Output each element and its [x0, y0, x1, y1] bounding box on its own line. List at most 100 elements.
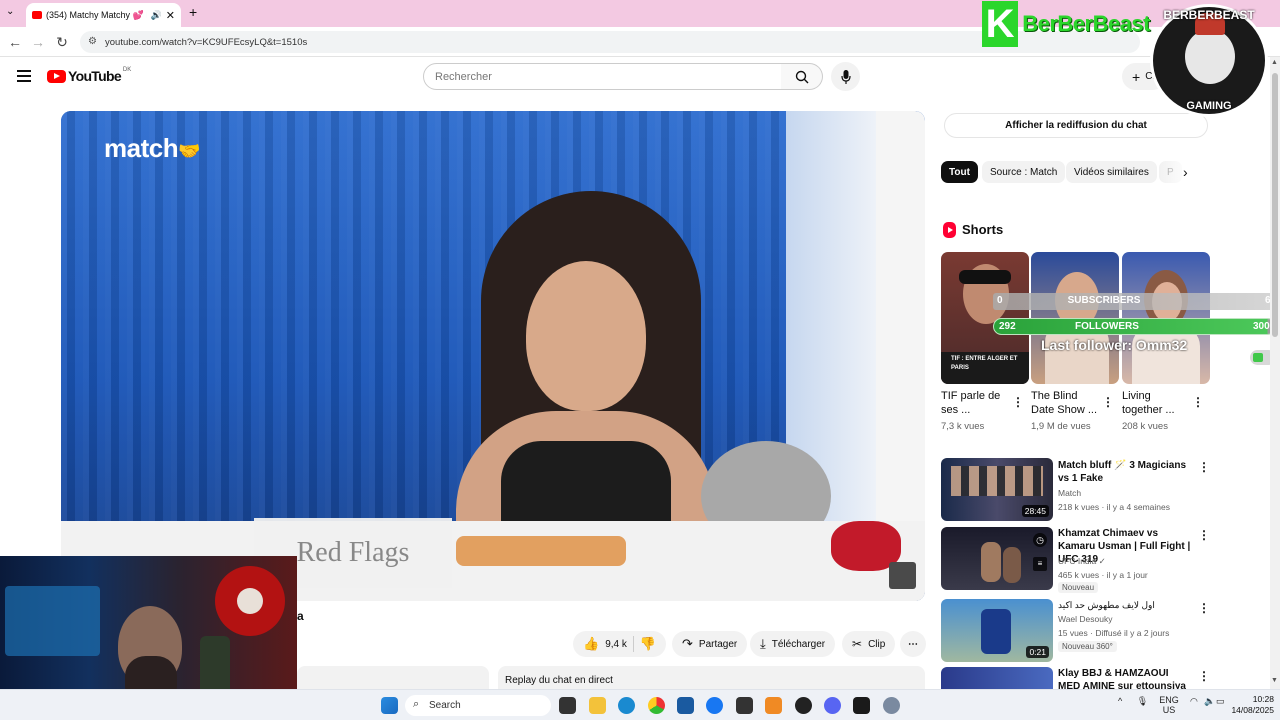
system-tray[interactable]: ^ 🎙 ENG US ◠ 🔈 ▭ — [1118, 695, 1225, 715]
more-actions-button[interactable]: ⋯ — [900, 631, 926, 657]
chip-related-videos[interactable]: Vidéos similaires — [1066, 161, 1157, 183]
url-field[interactable]: ⚙ youtube.com/watch?v=KC9UFEcsyLQ&t=1510… — [80, 31, 1140, 53]
watch-later-icon[interactable]: ◷ — [1033, 533, 1047, 547]
new-tab-icon[interactable]: + — [189, 4, 197, 20]
video-channel[interactable]: Wael Desouky — [1058, 614, 1112, 624]
more-vert-icon[interactable]: ⋮ — [1198, 460, 1210, 474]
url-text: youtube.com/watch?v=KC9UFEcsyLQ&t=1510s — [105, 36, 308, 48]
store-icon[interactable] — [677, 697, 694, 714]
scroll-up-icon[interactable]: ▲ — [1271, 59, 1278, 66]
site-info-icon[interactable]: ⚙ — [88, 36, 97, 47]
file-explorer-icon[interactable] — [589, 697, 606, 714]
short-title[interactable]: TIF parle de ses ... — [941, 389, 1013, 417]
discord-icon[interactable] — [824, 697, 841, 714]
video-title[interactable]: Match bluff 🪄 3 Magicians vs 1 Fake — [1058, 459, 1193, 485]
video-thumbnail[interactable] — [941, 667, 1053, 689]
show-chat-replay-button[interactable]: Afficher la rediffusion du chat — [944, 113, 1208, 138]
browser-tab[interactable]: (354) Matchy Matchy 💕 E 🔊 ✕ — [26, 3, 181, 27]
taskbar-search[interactable]: ⌕ Search — [405, 695, 551, 716]
tray-chevron-icon[interactable]: ^ — [1118, 696, 1122, 706]
video-duration: 28:45 — [1021, 505, 1049, 517]
facebook-icon[interactable] — [706, 697, 723, 714]
short-title[interactable]: Living together ... — [1122, 389, 1194, 417]
wifi-icon[interactable]: ◠ — [1190, 696, 1198, 707]
clock-date: 14/08/2025 — [1231, 705, 1274, 715]
settings-icon[interactable] — [883, 697, 900, 714]
subscribers-label: SUBSCRIBERS — [1067, 295, 1141, 306]
thumbnail-fighter — [981, 542, 1001, 582]
edge-icon[interactable] — [618, 697, 635, 714]
clip-label: Clip — [868, 638, 886, 650]
forward-icon[interactable]: → — [30, 34, 46, 50]
like-button[interactable]: 👍 9,4 k — [583, 636, 627, 652]
short-title-line: Date Show ... — [1031, 404, 1098, 416]
back-icon[interactable]: ← — [7, 34, 23, 50]
like-divider — [632, 636, 634, 652]
short-views: 1,9 M de vues — [1031, 421, 1091, 432]
video-title[interactable]: Klay BBJ & HAMZAOUI MED AMINE sur ettoun… — [1058, 667, 1193, 689]
shorts-icon — [943, 222, 956, 238]
brand-name: BerBerBeast — [1022, 11, 1150, 36]
more-vert-icon[interactable]: ⋮ — [1198, 669, 1210, 683]
reload-icon[interactable]: ↻ — [54, 34, 70, 51]
hamburger-menu-icon[interactable] — [17, 70, 31, 82]
windows-start-icon[interactable] — [381, 697, 398, 714]
language-indicator[interactable]: ENG US — [1158, 695, 1180, 715]
share-icon: ↷ — [682, 636, 693, 651]
add-to-queue-icon[interactable]: ≡ — [1033, 557, 1047, 571]
more-vert-icon[interactable]: ⋮ — [1012, 395, 1024, 409]
video-title[interactable]: اول لايف مطهوش حد اكيد — [1058, 599, 1193, 612]
video-thumbnail[interactable]: 0:21 — [941, 599, 1053, 662]
short-title[interactable]: The Blind Date Show ... — [1031, 389, 1103, 417]
download-icon: ⤓ — [760, 636, 766, 651]
app-icon[interactable] — [736, 697, 753, 714]
taskbar-clock[interactable]: 10:28 14/08/2025 — [1222, 694, 1274, 716]
dislike-button[interactable]: 👎 — [640, 636, 656, 652]
thumbs-down-icon: 👎 — [639, 636, 657, 651]
video-thumbnail[interactable]: ◷ ≡ — [941, 527, 1053, 590]
chevron-right-icon[interactable]: › — [1183, 164, 1188, 180]
shorts-title: Shorts — [962, 222, 1004, 237]
video-meta: 465 k vues · il y a 1 jour — [1058, 570, 1148, 580]
page-scrollbar[interactable]: ▲ ▼ — [1270, 57, 1280, 689]
volume-icon[interactable]: 🔈 — [1204, 696, 1215, 707]
more-vert-icon[interactable]: ⋮ — [1198, 528, 1210, 542]
short-views: 7,3 k vues — [941, 421, 985, 432]
chrome-icon[interactable] — [648, 697, 665, 714]
video-channel[interactable]: Match — [1058, 488, 1081, 498]
more-vert-icon[interactable]: ⋮ — [1102, 395, 1114, 409]
microphone-tray-icon[interactable]: 🎙 — [1137, 696, 1148, 706]
scroll-down-icon[interactable]: ▼ — [1271, 677, 1278, 684]
youtube-play-icon — [47, 69, 66, 83]
download-button[interactable]: ⤓ Télécharger — [750, 631, 836, 657]
tab-list-chevron-icon[interactable]: ⌄ — [6, 6, 14, 17]
nvidia-icon[interactable] — [853, 697, 870, 714]
like-count: 9,4 k — [605, 638, 627, 650]
app-icon[interactable] — [765, 697, 782, 714]
plus-icon: + — [1132, 68, 1141, 85]
task-view-icon[interactable] — [559, 697, 576, 714]
clip-button[interactable]: ✂ Clip — [842, 631, 896, 657]
tab-close-icon[interactable]: ✕ — [166, 9, 175, 22]
video-thumbnail[interactable]: 28:45 — [941, 458, 1053, 521]
chip-all[interactable]: Tout — [941, 161, 978, 183]
windows-taskbar: ⌕ Search ^ 🎙 ENG US ◠ 🔈 ▭ 10:28 14/08/202… — [0, 689, 1280, 720]
obs-icon[interactable] — [795, 697, 812, 714]
speaker-icon[interactable]: 🔊 — [151, 10, 162, 21]
chip-source-match[interactable]: Source : Match — [982, 161, 1066, 183]
mascot-name: BERBERBEAST — [1163, 8, 1255, 22]
scrollbar-thumb[interactable] — [1272, 73, 1278, 337]
short-views: 208 k vues — [1122, 421, 1168, 432]
voice-search-button[interactable] — [831, 62, 860, 91]
search-placeholder: Rechercher — [435, 70, 492, 83]
more-vert-icon[interactable]: ⋮ — [1192, 395, 1204, 409]
video-player[interactable]: match🤝 Red Flags — [61, 111, 925, 601]
scissors-icon: ✂ — [852, 637, 863, 651]
share-button[interactable]: ↷ Partager — [672, 631, 748, 657]
youtube-logo[interactable]: YouTube DK — [47, 67, 131, 84]
search-input[interactable]: Rechercher — [423, 63, 782, 90]
last-follower-text: Last follower: Omm32 — [1041, 337, 1188, 353]
search-button[interactable] — [781, 63, 823, 90]
video-channel[interactable]: UFC India ✓ — [1058, 556, 1106, 567]
more-vert-icon[interactable]: ⋮ — [1198, 601, 1210, 615]
